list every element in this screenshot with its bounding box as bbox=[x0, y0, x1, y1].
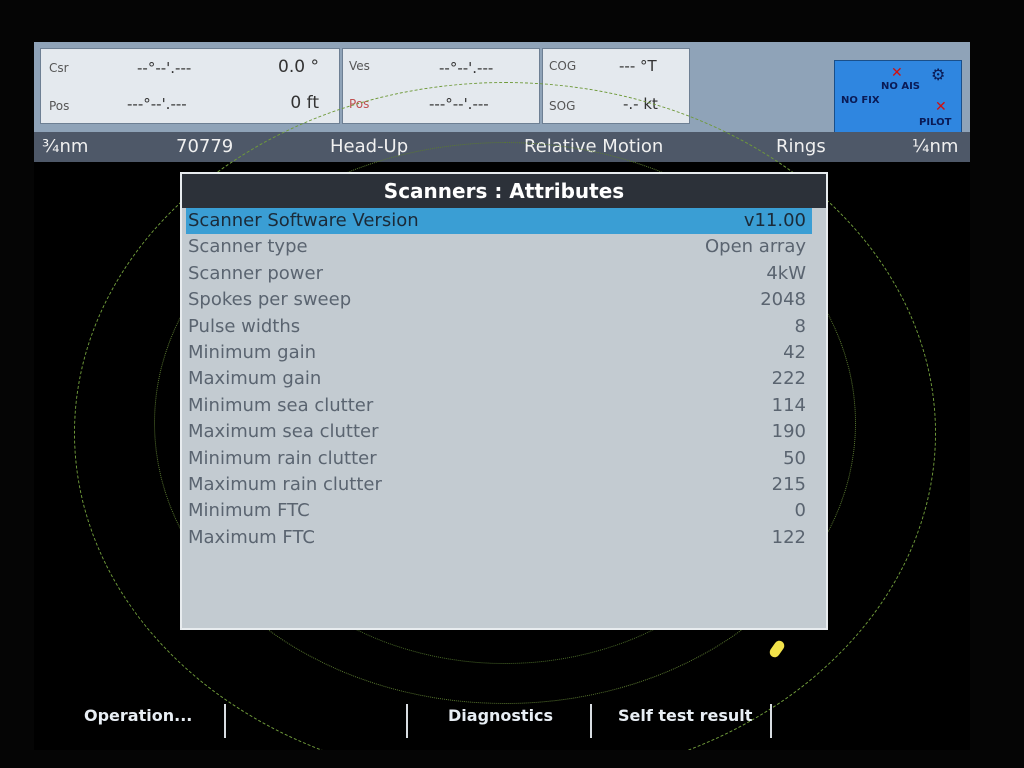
self-test-result-softkey[interactable]: Self test result bbox=[618, 706, 752, 725]
attribute-name: Minimum gain bbox=[188, 342, 317, 363]
no-ais-cross-icon: ✕ bbox=[891, 65, 903, 81]
csr-value: --°--'.--- bbox=[137, 59, 192, 77]
info-number: 70779 bbox=[176, 136, 234, 157]
attribute-row[interactable]: Pulse widths 8 bbox=[186, 314, 812, 340]
attribute-row[interactable]: Maximum FTC 122 bbox=[186, 525, 812, 551]
cog-label: COG bbox=[549, 59, 577, 73]
attribute-row[interactable]: Minimum FTC 0 bbox=[186, 498, 812, 524]
diagnostics-softkey[interactable]: Diagnostics bbox=[448, 706, 553, 725]
attribute-value: 42 bbox=[783, 342, 806, 363]
pos-reading: 0 ft bbox=[290, 93, 319, 113]
attribute-name: Maximum FTC bbox=[188, 526, 315, 548]
pos-value: ---°--'.--- bbox=[127, 95, 187, 113]
attribute-value: 222 bbox=[771, 368, 806, 390]
ring-range: ¼nm bbox=[912, 136, 959, 157]
attribute-row[interactable]: Scanner type Open array bbox=[186, 234, 812, 260]
attribute-row[interactable]: Minimum sea clutter 114 bbox=[186, 393, 812, 419]
attribute-name: Scanner type bbox=[188, 236, 308, 258]
softkey-divider bbox=[770, 704, 772, 738]
attribute-name: Minimum rain clutter bbox=[188, 447, 377, 469]
attribute-row[interactable]: Scanner power 4kW bbox=[186, 261, 812, 287]
softkey-bar: Operation... Diagnostics Self test resul… bbox=[34, 692, 970, 750]
attribute-name: Scanner power bbox=[188, 262, 323, 284]
attribute-value: 190 bbox=[771, 421, 806, 443]
attribute-value: 2048 bbox=[760, 289, 806, 311]
attribute-value: v11.00 bbox=[743, 210, 806, 231]
attribute-value: 8 bbox=[794, 315, 806, 337]
attribute-row[interactable]: Maximum gain 222 bbox=[186, 366, 812, 392]
csr-reading: 0.0 ° bbox=[278, 57, 319, 77]
attribute-row[interactable]: Scanner Software Version v11.00 bbox=[186, 208, 812, 234]
attribute-value: 50 bbox=[783, 447, 806, 469]
attribute-row[interactable]: Maximum rain clutter 215 bbox=[186, 472, 812, 498]
cog-value: --- °T bbox=[619, 57, 657, 75]
attribute-name: Maximum rain clutter bbox=[188, 474, 382, 495]
attribute-name: Maximum sea clutter bbox=[188, 421, 379, 443]
softkey-divider bbox=[590, 704, 592, 738]
status-icons-panel: NO FIX ✕ NO AIS ⚙ ✕ PILOT bbox=[834, 60, 962, 136]
dialog-title: Scanners : Attributes bbox=[182, 174, 826, 208]
range-label[interactable]: ¾nm bbox=[42, 136, 88, 157]
attribute-name: Spokes per sweep bbox=[188, 289, 352, 311]
no-fix-icon: NO FIX bbox=[841, 95, 880, 106]
ves-label: Ves bbox=[349, 59, 370, 73]
attribute-value: 4kW bbox=[766, 262, 806, 284]
attribute-name: Pulse widths bbox=[188, 315, 301, 337]
attribute-row[interactable]: Spokes per sweep 2048 bbox=[186, 287, 812, 313]
csr-label: Csr bbox=[49, 61, 69, 75]
attribute-name: Maximum gain bbox=[188, 368, 322, 390]
radar-display: Csr --°--'.--- 0.0 ° Pos ---°--'.--- 0 f… bbox=[34, 42, 970, 750]
operation-softkey[interactable]: Operation... bbox=[84, 706, 192, 725]
radar-scanner-icon: ⚙ bbox=[931, 65, 946, 84]
attribute-name: Minimum sea clutter bbox=[188, 394, 374, 416]
cursor-position-box: Csr --°--'.--- 0.0 ° Pos ---°--'.--- 0 f… bbox=[40, 48, 340, 124]
softkey-divider bbox=[406, 704, 408, 738]
attribute-value: 122 bbox=[771, 526, 806, 548]
attribute-value: 215 bbox=[771, 474, 806, 495]
attribute-value: Open array bbox=[705, 236, 806, 258]
attribute-value: 0 bbox=[794, 500, 806, 522]
scanner-attributes-dialog: Scanners : Attributes Scanner Software V… bbox=[180, 172, 828, 630]
no-ais-icon: NO AIS bbox=[881, 81, 921, 92]
attribute-name: Scanner Software Version bbox=[188, 210, 419, 231]
pilot-icon: PILOT bbox=[919, 117, 952, 128]
pilot-cross-icon: ✕ bbox=[935, 99, 947, 115]
softkey-divider bbox=[224, 704, 226, 738]
attribute-value: 114 bbox=[771, 394, 806, 416]
attribute-row[interactable]: Minimum rain clutter 50 bbox=[186, 446, 812, 472]
attribute-row[interactable]: Minimum gain 42 bbox=[186, 340, 812, 366]
attribute-row[interactable]: Maximum sea clutter 190 bbox=[186, 419, 812, 445]
ves-value: --°--'.--- bbox=[439, 59, 494, 77]
pos-label: Pos bbox=[49, 99, 70, 113]
attribute-name: Minimum FTC bbox=[188, 500, 310, 522]
rings-label[interactable]: Rings bbox=[776, 136, 826, 157]
